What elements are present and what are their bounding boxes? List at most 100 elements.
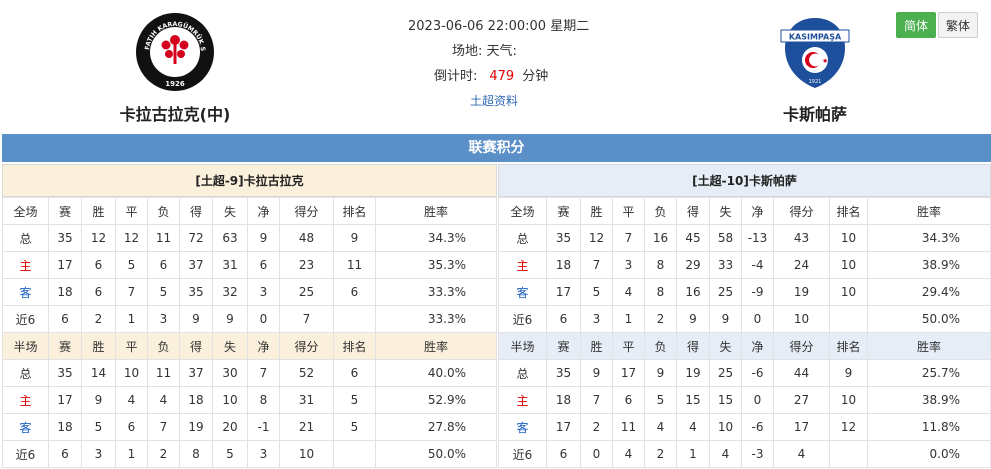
cell-scope: 客: [2, 413, 49, 441]
home-standings-title: [土超-9]卡拉古拉克: [2, 164, 497, 197]
home-team-name[interactable]: 卡拉古拉克(中): [100, 101, 250, 125]
column-header-gd: 净: [741, 332, 774, 360]
table-row: 主 18 7 3 8 29 33 -4 24 10 38.9%: [498, 251, 991, 279]
cell-scope: 主: [498, 251, 547, 279]
cell-gd: 0: [741, 386, 774, 414]
cell-draw: 4: [612, 278, 645, 306]
cell-loss: 3: [147, 305, 180, 333]
cell-played: 6: [546, 440, 581, 468]
weather-label: 天气:: [486, 44, 517, 59]
cell-gd: -4: [741, 251, 774, 279]
cell-loss: 5: [644, 386, 677, 414]
cell-gf: 9: [179, 305, 213, 333]
away-team-name[interactable]: 卡斯帕萨: [740, 101, 890, 125]
cell-ga: 20: [212, 413, 248, 441]
cell-loss: 2: [644, 440, 677, 468]
cell-scope: 总: [498, 359, 547, 387]
away-half-section: 半场赛胜平负得失净得分 排名 胜率总 35 9 17 9 19 25 -6 44 9 25.7% 主 18 7…: [498, 332, 991, 468]
column-header-played: 赛: [48, 197, 82, 225]
cell-gf: 1: [676, 440, 710, 468]
simplified-chinese-button[interactable]: 简体: [896, 12, 936, 38]
cell-winrate: 33.3%: [375, 305, 497, 333]
cell-scope: 客: [2, 278, 49, 306]
cell-scope: 近6: [498, 305, 547, 333]
table-row: 主 17 6 5 6 37 31 6 23 11 35.3%: [2, 251, 497, 279]
cell-gf: 4: [676, 413, 710, 441]
home-team[interactable]: FATIH KARAGÜMRÜK SPOR KULÜBÜ 1926 卡拉古拉克(…: [100, 5, 250, 125]
away-team[interactable]: KASIMPAŞA ★ 1921 卡斯帕萨: [740, 12, 890, 125]
cell-ga: 9: [212, 305, 248, 333]
cell-points: 10: [773, 305, 830, 333]
cell-played: 6: [48, 305, 82, 333]
cell-draw: 17: [612, 359, 645, 387]
cell-rank: 12: [829, 413, 868, 441]
svg-text:★: ★: [822, 57, 828, 65]
traditional-chinese-button[interactable]: 繁体: [938, 12, 978, 38]
cell-win: 3: [81, 440, 116, 468]
column-header-loss: 负: [644, 197, 677, 225]
home-standings-panel: [土超-9]卡拉古拉克 全场赛胜平负得失净得分 排名 胜率总 35 12 12 11 72 63…: [2, 164, 497, 468]
countdown-unit: 分钟: [522, 69, 549, 84]
cell-draw: 6: [115, 413, 148, 441]
cell-winrate: 25.7%: [867, 359, 991, 387]
cell-loss: 4: [147, 386, 180, 414]
cell-gd: -6: [741, 359, 774, 387]
table-row: 近6 6 2 1 3 9 9 0 7 33.3%: [2, 305, 497, 333]
cell-gd: 3: [247, 440, 280, 468]
table-row: 主 18 7 6 5 15 15 0 27 10 38.9%: [498, 386, 991, 414]
cell-draw: 7: [115, 278, 148, 306]
column-header-scope: 全场: [498, 197, 547, 225]
cell-gd: 6: [247, 251, 280, 279]
cell-points: 17: [773, 413, 830, 441]
cell-gf: 9: [676, 305, 710, 333]
cell-loss: 16: [644, 224, 677, 252]
cell-loss: 8: [644, 278, 677, 306]
column-header-scope: 全场: [2, 197, 49, 225]
cell-played: 18: [48, 278, 82, 306]
column-header-rank: 排名: [829, 332, 868, 360]
league-data-link[interactable]: 土超资料: [390, 89, 600, 114]
home-team-logo: FATIH KARAGÜMRÜK SPOR KULÜBÜ 1926: [132, 5, 214, 91]
cell-loss: 2: [644, 305, 677, 333]
cell-draw: 7: [612, 224, 645, 252]
cell-played: 35: [48, 224, 82, 252]
cell-loss: 11: [147, 224, 180, 252]
table-row: 近6 6 3 1 2 9 9 0 10 50.0%: [498, 305, 991, 333]
cell-gf: 37: [179, 359, 213, 387]
column-header-gf: 得: [179, 197, 213, 225]
column-header-played: 赛: [48, 332, 82, 360]
column-header-draw: 平: [115, 332, 148, 360]
cell-gd: -13: [741, 224, 774, 252]
cell-gf: 19: [676, 359, 710, 387]
cell-points: 43: [773, 224, 830, 252]
cell-points: 24: [773, 251, 830, 279]
table-row: 近6 6 3 1 2 8 5 3 10 50.0%: [2, 440, 497, 468]
cell-scope: 客: [498, 413, 547, 441]
cell-ga: 32: [212, 278, 248, 306]
column-header-rank: 排名: [333, 197, 376, 225]
cell-points: 7: [279, 305, 334, 333]
cell-draw: 4: [115, 386, 148, 414]
cell-draw: 4: [612, 440, 645, 468]
cell-scope: 主: [498, 386, 547, 414]
cell-win: 12: [580, 224, 613, 252]
standings-header-row: 全场赛胜平负得失净得分 排名 胜率: [2, 197, 497, 225]
column-header-win: 胜: [81, 332, 116, 360]
cell-win: 0: [580, 440, 613, 468]
cell-points: 23: [279, 251, 334, 279]
cell-gd: -6: [741, 413, 774, 441]
cell-loss: 7: [147, 413, 180, 441]
column-header-gf: 得: [179, 332, 213, 360]
column-header-loss: 负: [644, 332, 677, 360]
cell-draw: 1: [612, 305, 645, 333]
cell-points: 4: [773, 440, 830, 468]
cell-ga: 63: [212, 224, 248, 252]
cell-scope: 总: [2, 224, 49, 252]
cell-gf: 18: [179, 386, 213, 414]
match-header: FATIH KARAGÜMRÜK SPOR KULÜBÜ 1926 卡拉古拉克(…: [0, 0, 991, 132]
cell-rank: 9: [829, 359, 868, 387]
cell-win: 2: [580, 413, 613, 441]
cell-gf: 37: [179, 251, 213, 279]
cell-scope: 近6: [2, 440, 49, 468]
cell-gd: -9: [741, 278, 774, 306]
